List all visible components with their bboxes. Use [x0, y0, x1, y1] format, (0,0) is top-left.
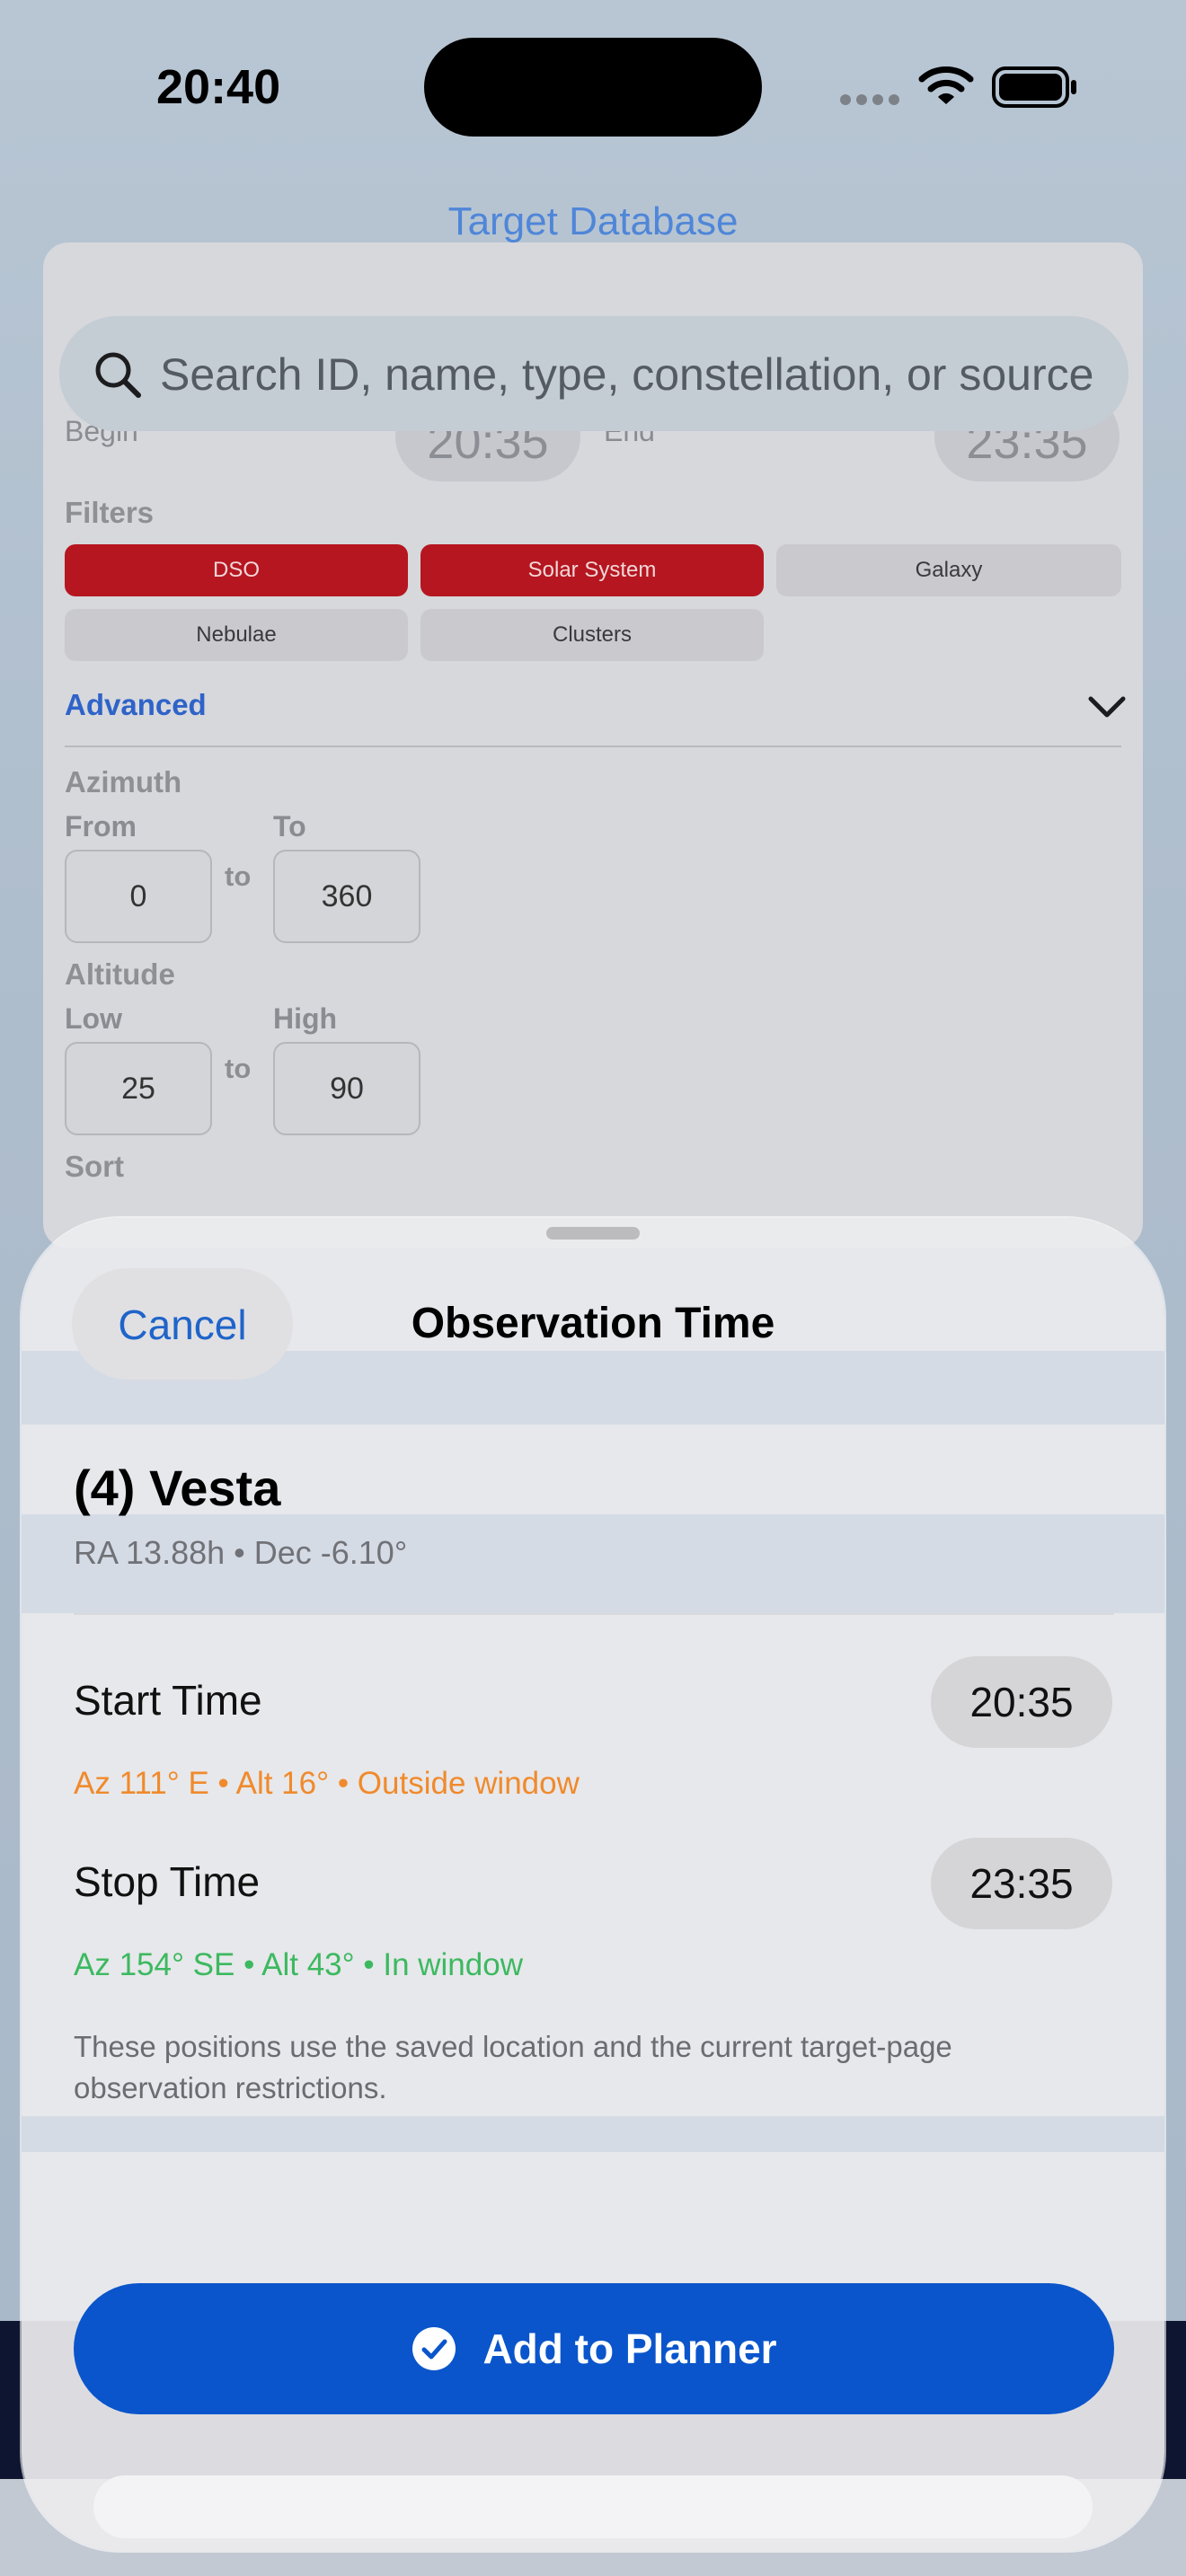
chevron-down-icon[interactable] — [1087, 693, 1127, 720]
home-indicator — [93, 2475, 1093, 2538]
azimuth-separator: to — [225, 860, 252, 892]
battery-icon — [992, 66, 1076, 108]
stop-time-picker[interactable]: 23:35 — [931, 1838, 1112, 1929]
sort-label: Sort — [65, 1150, 124, 1183]
altitude-low-label: Low — [65, 1002, 122, 1035]
filters-label: Filters — [65, 496, 155, 529]
search-bar[interactable]: Search ID, name, type, constellation, or… — [59, 316, 1128, 431]
filter-chip-galaxy[interactable]: Galaxy — [776, 544, 1121, 596]
search-icon — [95, 352, 141, 398]
search-input[interactable]: Search ID, name, type, constellation, or… — [160, 348, 1093, 401]
start-time-label: Start Time — [74, 1677, 262, 1724]
azimuth-label: Azimuth — [65, 765, 182, 798]
altitude-high-label: High — [273, 1002, 338, 1035]
start-position-status: Az 111° E • Alt 16° • Outside window — [74, 1766, 580, 1801]
status-time: 20:40 — [156, 60, 281, 114]
sheet-title: Observation Time — [411, 1300, 775, 1347]
filter-chip-solar-system[interactable]: Solar System — [420, 544, 764, 596]
dynamic-island — [424, 38, 762, 137]
stop-position-status: Az 154° SE • Alt 43° • In window — [74, 1947, 523, 1982]
filter-chip-clusters[interactable]: Clusters — [420, 609, 764, 661]
signal-icon — [840, 94, 899, 105]
filter-chip-nebulae[interactable]: Nebulae — [65, 609, 408, 661]
azimuth-from-label: From — [65, 810, 137, 842]
stop-time-label: Stop Time — [74, 1858, 261, 1905]
sheet-backdrop-blur — [22, 2116, 1164, 2152]
altitude-separator: to — [225, 1053, 252, 1084]
azimuth-to-field[interactable]: 360 — [273, 850, 420, 943]
wifi-icon — [918, 66, 974, 104]
azimuth-from-field[interactable]: 0 — [65, 850, 212, 943]
altitude-label: Altitude — [65, 957, 175, 991]
advanced-toggle[interactable]: Advanced — [65, 688, 207, 722]
target-name: (4) Vesta — [74, 1460, 281, 1516]
divider — [74, 1613, 1114, 1615]
start-time-picker[interactable]: 20:35 — [931, 1656, 1112, 1748]
positions-note: These positions use the saved location a… — [74, 2030, 952, 2104]
divider — [65, 745, 1121, 747]
checkmark-circle-icon — [412, 2327, 456, 2370]
azimuth-to-label: To — [273, 810, 306, 842]
add-to-planner-label: Add to Planner — [482, 2325, 777, 2372]
altitude-high-field[interactable]: 90 — [273, 1042, 420, 1135]
add-to-planner-button[interactable]: Add to Planner — [74, 2283, 1114, 2414]
target-coordinates: RA 13.88h • Dec -6.10° — [74, 1534, 408, 1571]
page-title: Target Database — [447, 199, 739, 243]
observation-time-sheet: Cancel Observation Time (4) Vesta RA 13.… — [22, 1218, 1164, 2551]
filter-chip-dso[interactable]: DSO — [65, 544, 408, 596]
altitude-low-field[interactable]: 25 — [65, 1042, 212, 1135]
sheet-grabber[interactable] — [546, 1227, 640, 1239]
